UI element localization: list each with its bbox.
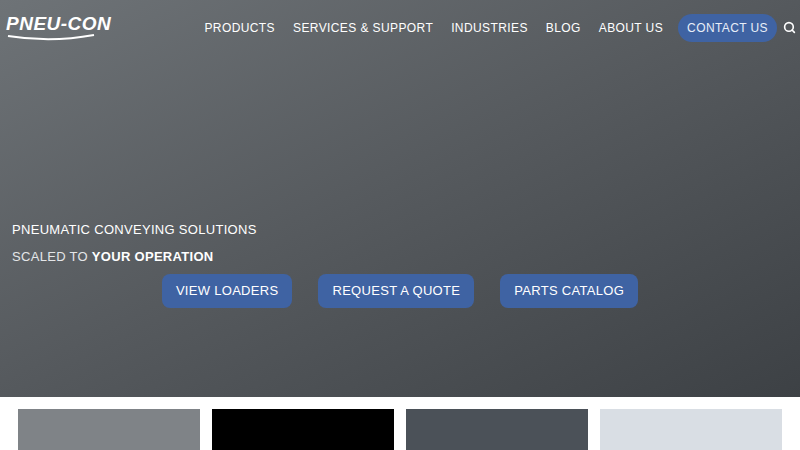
feature-card[interactable]: [406, 409, 588, 450]
nav-link[interactable]: PRODUCTS: [204, 19, 275, 37]
hero-buttons: VIEW LOADERS REQUEST A QUOTE PARTS CATALOG: [0, 274, 800, 308]
logo-swoosh-icon: [6, 34, 96, 42]
feature-card[interactable]: [212, 409, 394, 450]
hero-button[interactable]: REQUEST A QUOTE: [318, 274, 474, 308]
hero-button[interactable]: VIEW LOADERS: [162, 274, 293, 308]
hero-content: PNEUMATIC CONVEYING SOLUTIONS SCALED TO Y…: [0, 55, 800, 308]
page: PNEU-CON PRODUCTS SERVICES & SUPPORT INDUST…: [0, 0, 800, 450]
hero: PNEU-CON PRODUCTS SERVICES & SUPPORT INDUST…: [0, 0, 800, 397]
nav-link[interactable]: BLOG: [546, 19, 581, 37]
nav-link[interactable]: INDUSTRIES: [451, 19, 528, 37]
nav-link[interactable]: SERVICES & SUPPORT: [293, 19, 433, 37]
feature-cards: [0, 397, 800, 450]
contact-button[interactable]: CONTACT US: [678, 14, 777, 42]
feature-card[interactable]: [600, 409, 782, 450]
nav-link[interactable]: ABOUT US: [599, 19, 663, 37]
site-header: PNEU-CON PRODUCTS SERVICES & SUPPORT INDUST…: [0, 0, 800, 55]
feature-card[interactable]: [18, 409, 200, 450]
hero-eyebrow: PNEUMATIC CONVEYING SOLUTIONS: [0, 222, 800, 238]
hero-button[interactable]: PARTS CATALOG: [500, 274, 638, 308]
search-icon[interactable]: [783, 21, 796, 34]
logo[interactable]: PNEU-CON: [6, 14, 111, 42]
hero-tagline: SCALED TO YOUR OPERATION: [0, 249, 800, 265]
main-nav: PRODUCTS SERVICES & SUPPORT INDUSTRIES BLOG…: [204, 14, 796, 42]
